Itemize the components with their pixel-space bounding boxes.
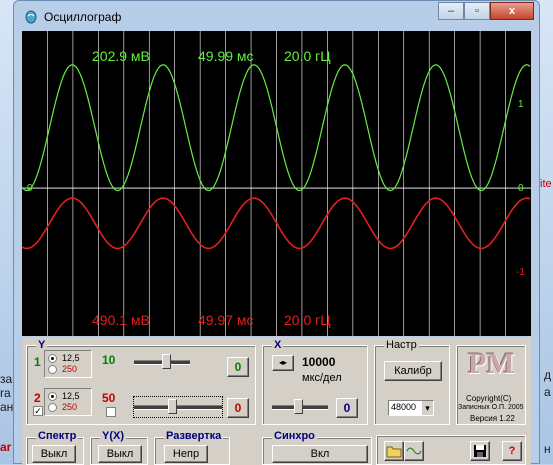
ch2-invert-checkbox[interactable]: [106, 407, 116, 417]
ch1-gain-value: 10: [102, 353, 116, 367]
bg-text-8: н: [544, 442, 551, 456]
ch2-range-12-5-label: 12,5: [62, 391, 80, 401]
yx-label: Y(X): [100, 430, 126, 442]
sync-label: Синхро: [272, 430, 317, 442]
close-button[interactable]: x: [490, 2, 534, 20]
folder-icon: [386, 446, 402, 458]
x-group-label: X: [272, 339, 284, 351]
sync-toggle-button[interactable]: Вкл: [272, 445, 368, 463]
window-title: Осциллограф: [44, 10, 122, 24]
ch1-range-12-5-radio[interactable]: [48, 354, 57, 363]
bg-text-1: за: [0, 372, 13, 386]
calibrate-button[interactable]: Калибр: [384, 361, 442, 381]
ch2-gain-value: 50: [102, 391, 116, 405]
wave-icon: [406, 447, 422, 455]
bg-text-3: ан: [0, 400, 14, 414]
ch2-range-12-5-radio[interactable]: [48, 392, 57, 401]
author-text: Записных О.П. 2005: [458, 404, 524, 411]
sample-rate-value: 48000: [391, 402, 417, 412]
bg-text-6: а: [544, 385, 551, 399]
ch2-period-readout: 49.97 мс: [198, 312, 254, 328]
bg-text-7: ite: [540, 178, 552, 190]
open-folder-button[interactable]: [384, 441, 404, 461]
settings-group-label: Настр: [384, 339, 419, 351]
title-bar[interactable]: Осциллограф – ▫ x: [14, 1, 539, 31]
ch1-zero-button[interactable]: 0: [227, 357, 249, 377]
x-scale-unit: мкс/дел: [302, 372, 342, 384]
ch1-range-250-label: 250: [62, 364, 78, 374]
chevron-down-icon[interactable]: ▾: [422, 401, 433, 415]
save-button[interactable]: [470, 441, 490, 461]
oscilloscope-screen: 202.9 мВ 49.99 мс 20.0 гЦ 490.1 мВ 49.97…: [22, 31, 531, 336]
x-offset-slider[interactable]: [272, 397, 328, 417]
left-zero-label: 0: [27, 183, 33, 194]
app-icon: [25, 10, 37, 24]
ch2-range-250-radio[interactable]: [48, 403, 57, 412]
ch1-frequency-readout: 20.0 гЦ: [284, 48, 331, 64]
oscilloscope-window: Осциллограф – ▫ x 202.9 мВ 49.99 мс 20.0…: [13, 0, 540, 465]
ch2-number: 2: [34, 391, 41, 405]
version-text: Версия 1.22: [470, 414, 515, 423]
yx-toggle-button[interactable]: Выкл: [98, 445, 142, 463]
minimize-button[interactable]: –: [438, 2, 464, 20]
floppy-disk-icon: [474, 445, 486, 457]
ch1-period-readout: 49.99 мс: [198, 48, 254, 64]
bg-text-4: ar: [0, 440, 12, 454]
sample-rate-select[interactable]: 48000 ▾: [388, 400, 434, 416]
scale-label-bottom: -1: [516, 267, 525, 278]
ch2-voltage-readout: 490.1 мВ: [92, 312, 150, 328]
spectr-toggle-button[interactable]: Выкл: [32, 445, 76, 463]
x-scale-spinner[interactable]: ◂▸: [272, 355, 294, 371]
ch1-range-12-5-label: 12,5: [62, 353, 80, 363]
bg-text-5: д: [544, 368, 552, 382]
spectr-label: Спектр: [36, 430, 79, 442]
ch1-gain-slider[interactable]: [134, 352, 190, 372]
sweep-mode-button[interactable]: Непр: [164, 445, 208, 463]
x-scale-value: 10000: [302, 355, 336, 369]
control-panel: Y 1 12,5 250 10 0 2 ✓ 12,5 250 50 0 X ◂▸…: [22, 337, 531, 465]
scope-plot: 202.9 мВ 49.99 мс 20.0 гЦ 490.1 мВ 49.97…: [22, 31, 531, 336]
scale-label-top: 1: [518, 99, 524, 110]
pm-logo: PM: [468, 347, 515, 380]
maximize-button[interactable]: ▫: [464, 2, 490, 20]
sweep-label: Развертка: [164, 430, 224, 442]
ch1-voltage-readout: 202.9 мВ: [92, 48, 150, 64]
x-zero-button[interactable]: 0: [336, 398, 358, 418]
ch1-range-250-radio[interactable]: [48, 365, 57, 374]
ch2-zero-button[interactable]: 0: [227, 398, 249, 418]
scale-label-zero: 0: [518, 183, 524, 194]
ch2-gain-slider[interactable]: [133, 396, 223, 418]
help-button[interactable]: ?: [502, 441, 522, 461]
bg-text-2: ra: [0, 386, 11, 400]
ch2-frequency-readout: 20.0 гЦ: [284, 312, 331, 328]
ch2-range-250-label: 250: [62, 402, 78, 412]
wave-mode-button[interactable]: [404, 441, 424, 461]
copyright-text: Copyright(C): [466, 394, 512, 403]
ch1-number: 1: [34, 355, 41, 369]
ch2-enable-checkbox[interactable]: ✓: [33, 406, 43, 416]
